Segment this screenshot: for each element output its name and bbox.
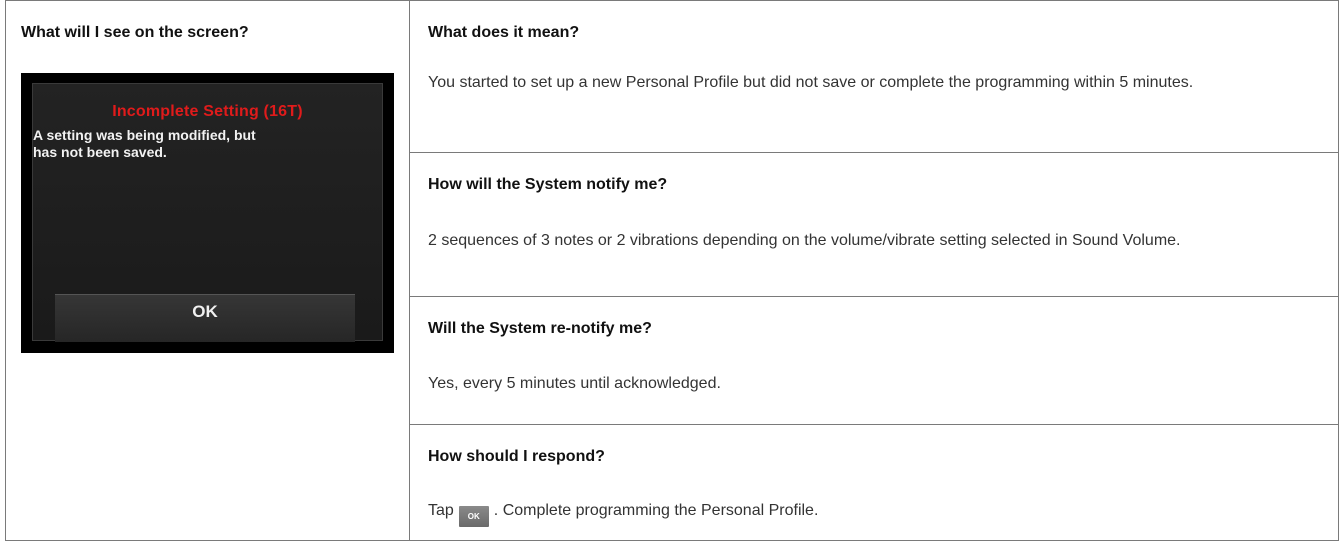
alert-message: A setting was being modified, but has no… <box>33 127 256 160</box>
qa-row-renotify: Will the System re-notify me? Yes, every… <box>410 297 1338 425</box>
answer-text: 2 sequences of 3 notes or 2 vibrations d… <box>428 232 1181 249</box>
alert-dialog: Incomplete Setting (16T) A setting was b… <box>32 83 383 342</box>
question-heading: How should I respond? <box>428 448 605 465</box>
screen-column-heading: What will I see on the screen? <box>21 24 249 41</box>
qa-row-meaning: What does it mean? You started to set up… <box>410 1 1338 153</box>
answer-text: Tap OK. Complete programming the Personal… <box>428 500 1308 527</box>
alert-title: Incomplete Setting (16T) <box>112 103 303 120</box>
info-table: What will I see on the screen? Incomplet… <box>5 0 1339 541</box>
question-heading: Will the System re-notify me? <box>428 320 652 337</box>
answer-text: Yes, every 5 minutes until acknowledged. <box>428 375 721 392</box>
answer-suffix: . Complete programming the Personal Prof… <box>493 502 819 519</box>
qa-row-notify: How will the System notify me? 2 sequenc… <box>410 153 1338 297</box>
question-heading: What does it mean? <box>428 24 580 41</box>
device-screenshot: Incomplete Setting (16T) A setting was b… <box>21 73 394 353</box>
screen-column: What will I see on the screen? Incomplet… <box>6 1 410 540</box>
qa-row-respond: How should I respond? Tap OK. Complete pr… <box>410 425 1338 540</box>
question-heading: How will the System notify me? <box>428 176 668 193</box>
answer-prefix: Tap <box>428 502 454 519</box>
inline-ok-button-icon: OK <box>458 506 489 527</box>
answer-text: You started to set up a new Personal Pro… <box>428 74 1194 91</box>
alert-ok-button[interactable]: OK <box>55 294 355 342</box>
explanation-column: What does it mean? You started to set up… <box>410 1 1338 540</box>
